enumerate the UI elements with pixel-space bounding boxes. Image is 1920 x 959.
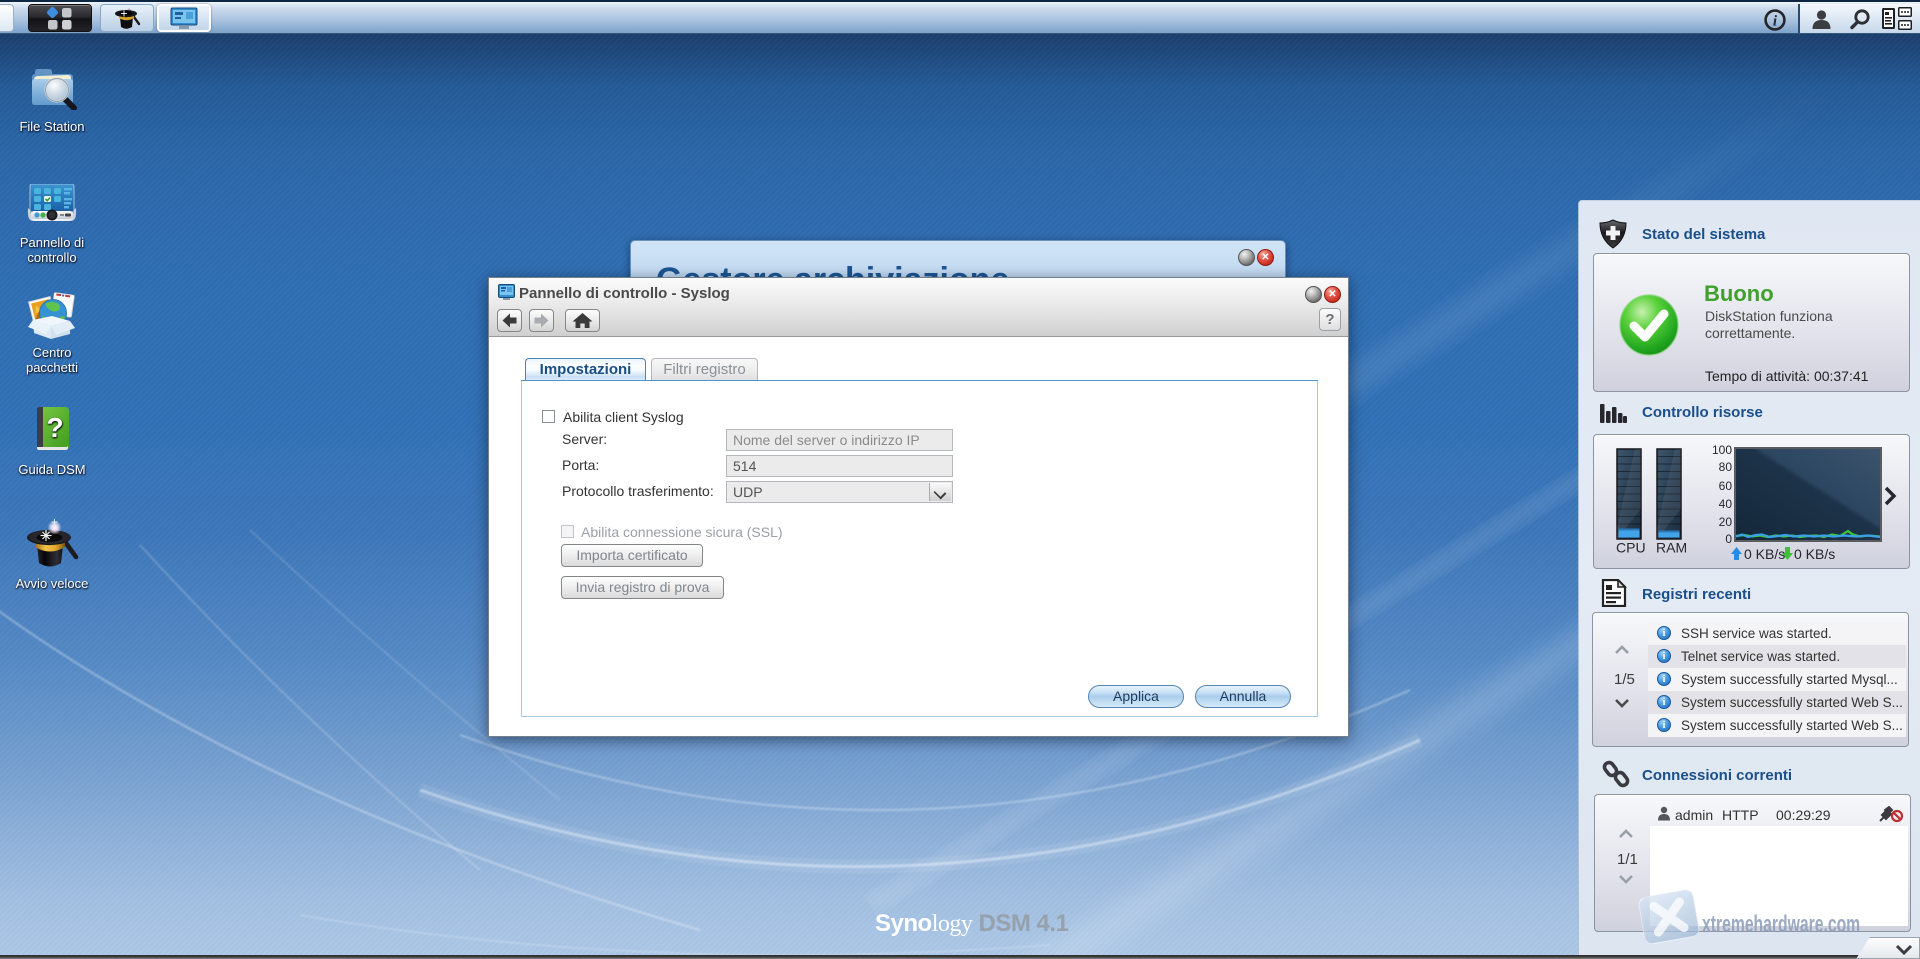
svg-text:i: i	[1773, 14, 1778, 30]
svg-text:RAM: RAM	[1656, 540, 1687, 556]
svg-text:0 KB/s: 0 KB/s	[1794, 546, 1835, 562]
svg-text:40: 40	[1719, 497, 1733, 511]
svg-text:?: ?	[46, 412, 63, 443]
svg-text:80: 80	[1719, 460, 1733, 474]
svg-text:0 KB/s: 0 KB/s	[1744, 546, 1785, 562]
svg-text:CPU: CPU	[1616, 540, 1646, 556]
svg-text:100: 100	[1712, 443, 1732, 457]
svg-text:60: 60	[1719, 479, 1733, 493]
svg-text:20: 20	[1719, 515, 1733, 529]
svg-text:0: 0	[1725, 532, 1732, 546]
